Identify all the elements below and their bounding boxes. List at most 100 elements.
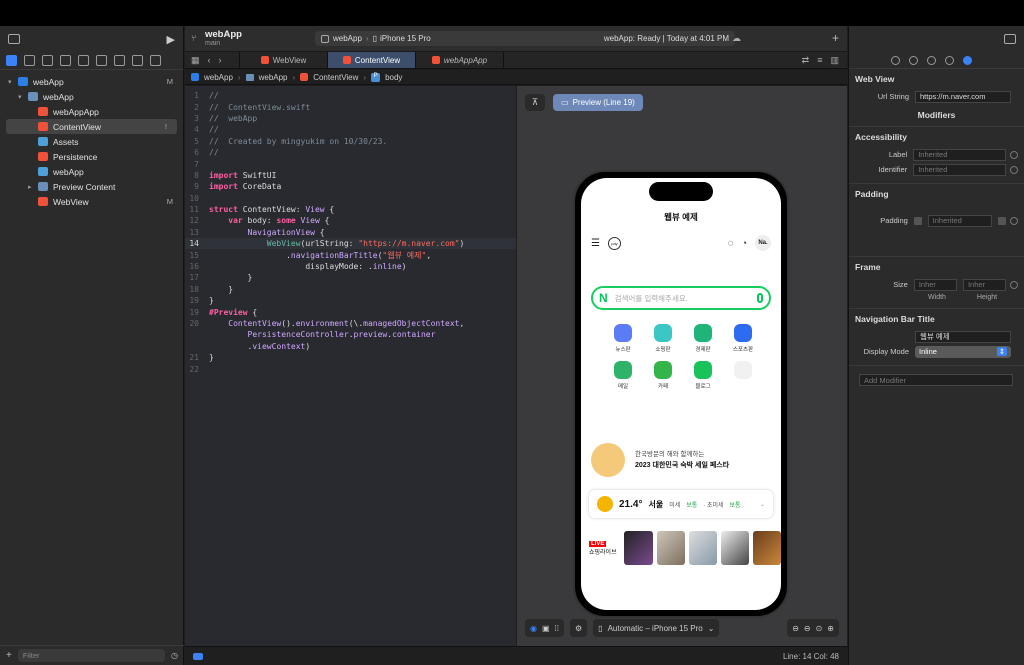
tree-item-project[interactable]: ▾ webApp M <box>0 74 183 89</box>
tree-item-folder[interactable]: ▾ webApp <box>0 89 183 104</box>
pay-icon[interactable]: pay <box>607 236 621 250</box>
source-control-tab-icon[interactable] <box>24 55 35 66</box>
weather-card[interactable]: 21.4° 서울 미세 보통 · 초미세 보통 ⌄ <box>589 490 773 518</box>
tree-item-assets[interactable]: Assets <box>0 134 183 149</box>
breadcrumb-item[interactable]: ContentView <box>313 73 358 82</box>
back-icon[interactable]: ‹ <box>208 55 211 65</box>
reset-dot-icon[interactable] <box>1010 280 1018 289</box>
zoom-out-icon[interactable]: ⊖ <box>804 624 811 633</box>
tree-item-datamodel[interactable]: webApp <box>0 164 183 179</box>
menu-lines-icon[interactable]: ≡ <box>817 55 822 65</box>
service-icon[interactable]: 경제판 <box>683 324 723 353</box>
service-icon[interactable] <box>723 361 763 390</box>
disclosure-open-icon[interactable]: ▾ <box>8 78 18 86</box>
scheme-activity-bar[interactable]: webApp › ▯ iPhone 15 Pro webApp: Ready |… <box>315 31 735 46</box>
split-editor-icon[interactable]: ▥ <box>830 55 839 66</box>
accessibility-inspector-icon[interactable] <box>945 55 954 65</box>
grid-icon[interactable]: ▦ <box>191 55 200 66</box>
inspector-toggle-icon[interactable] <box>1004 34 1016 44</box>
service-icon[interactable]: 카페 <box>643 361 683 390</box>
tab-webview[interactable]: WebView <box>240 52 328 68</box>
tree-item-persistence[interactable]: Persistence <box>0 149 183 164</box>
hamburger-menu-icon[interactable]: ☰ <box>591 238 600 249</box>
tree-item-webappapp[interactable]: webAppApp <box>0 104 183 119</box>
service-icon[interactable]: 메일 <box>603 361 643 390</box>
test-tab-icon[interactable] <box>96 55 107 66</box>
live-thumbnail[interactable] <box>688 531 717 565</box>
scheme-project[interactable]: webApp <box>333 34 362 43</box>
account-button[interactable]: Na. <box>755 235 771 251</box>
mic-icon[interactable] <box>757 293 763 303</box>
accessibility-label-field[interactable]: Inherited <box>913 148 1007 161</box>
bookmark-tab-icon[interactable] <box>42 55 53 66</box>
preview-selector-button[interactable]: ▭ Preview (Line 19) <box>553 94 643 111</box>
padding-leading-checkbox[interactable] <box>913 216 922 225</box>
reset-dot-icon[interactable] <box>1010 165 1018 174</box>
tree-item-webview[interactable]: WebView M <box>0 194 183 209</box>
breadcrumb-item[interactable]: webApp <box>204 73 233 82</box>
refresh-icon[interactable]: ⇄ <box>802 55 810 66</box>
zoom-fit-icon[interactable]: ⊖ <box>792 624 799 633</box>
phone-screen[interactable]: 웹뷰 예제 ☰ pay ◌ ◔ Na. N 검색어를 입력해주세요. 뉴스판 쇼핑… <box>581 178 781 610</box>
bell-icon[interactable]: ◔ <box>742 238 747 248</box>
promo-banner[interactable]: 한국방문의 해와 함께하는 2023 대한민국 숙박 세일 페스타 <box>591 440 771 480</box>
run-button[interactable]: ▶ <box>167 33 175 46</box>
service-icon[interactable]: 쇼핑판 <box>643 324 683 353</box>
filter-input[interactable]: Filter <box>17 649 166 662</box>
disclosure-closed-icon[interactable]: ▸ <box>28 183 38 191</box>
chevron-down-icon[interactable]: ⌄ <box>760 501 765 508</box>
url-string-field[interactable]: https://m.naver.com <box>915 90 1011 103</box>
live-thumbnail[interactable] <box>720 531 749 565</box>
live-thumbnail[interactable] <box>656 531 685 565</box>
file-inspector-icon[interactable] <box>891 55 900 65</box>
pin-icon[interactable]: ⊼ <box>525 94 545 111</box>
tree-item-preview-content[interactable]: ▸ Preview Content <box>0 179 183 194</box>
sidebar-toggle-icon[interactable] <box>8 34 20 44</box>
search-input[interactable]: N 검색어를 입력해주세요. <box>591 286 771 310</box>
zoom-100-icon[interactable]: ⊙ <box>816 624 823 633</box>
padding-value-field[interactable]: Inherited <box>927 214 993 227</box>
disclosure-open-icon[interactable]: ▾ <box>18 93 28 101</box>
add-icon[interactable]: + <box>6 650 12 661</box>
live-mode-icon[interactable]: ◉ <box>530 624 537 633</box>
service-icon[interactable]: 스포츠판 <box>723 324 763 353</box>
recent-filter-icon[interactable]: ◷ <box>171 651 178 660</box>
debug-area-toggle-icon[interactable] <box>193 652 203 660</box>
source-editor[interactable]: 1// 2// ContentView.swift 3// webApp 4//… <box>185 86 516 646</box>
device-picker[interactable]: ▯ Automatic – iPhone 15 Pro ⌄ <box>593 619 720 637</box>
find-tab-icon[interactable] <box>60 55 71 66</box>
select-mode-icon[interactable]: ▣ <box>542 624 550 633</box>
help-inspector-icon[interactable] <box>927 55 936 65</box>
folder-tab-icon[interactable] <box>6 55 17 66</box>
reset-dot-icon[interactable] <box>1010 216 1019 225</box>
history-inspector-icon[interactable] <box>909 55 918 65</box>
service-icon[interactable]: 블로그 <box>683 361 723 390</box>
frame-width-field[interactable]: Inher <box>913 278 957 291</box>
breadcrumb-item[interactable]: webApp <box>259 73 288 82</box>
tab-webappapp[interactable]: webAppApp <box>416 52 504 68</box>
live-thumbnail[interactable] <box>752 531 781 565</box>
scheme-device[interactable]: iPhone 15 Pro <box>380 34 431 43</box>
zoom-in-icon[interactable]: ⊕ <box>827 624 834 633</box>
frame-height-field[interactable]: Inher <box>962 278 1007 291</box>
accessibility-identifier-field[interactable]: Inherited <box>913 163 1007 176</box>
service-icon[interactable]: 뉴스판 <box>603 324 643 353</box>
device-settings-button[interactable]: ⚙ <box>570 619 588 637</box>
attributes-inspector-icon[interactable] <box>963 55 972 65</box>
display-mode-select[interactable]: Inline ⇕ <box>915 345 1011 358</box>
live-thumbnail[interactable] <box>624 531 653 565</box>
tab-contentview[interactable]: ContentView <box>328 52 416 68</box>
breadcrumb-item[interactable]: body <box>385 73 402 82</box>
issue-tab-icon[interactable] <box>78 55 89 66</box>
navbar-title-field[interactable]: 웹뷰 예제 <box>915 330 1011 343</box>
debug-tab-icon[interactable] <box>114 55 125 66</box>
chat-icon[interactable]: ◌ <box>728 238 734 249</box>
forward-icon[interactable]: › <box>219 55 222 65</box>
variants-icon[interactable]: ⁞⁞ <box>555 624 559 633</box>
tree-item-contentview[interactable]: ContentView ! <box>6 119 177 134</box>
padding-trailing-checkbox[interactable] <box>998 216 1007 225</box>
reset-dot-icon[interactable] <box>1010 150 1018 159</box>
report-tab-icon[interactable] <box>150 55 161 66</box>
breakpoint-tab-icon[interactable] <box>132 55 143 66</box>
add-modifier-field[interactable]: Add Modifier <box>859 374 1013 386</box>
